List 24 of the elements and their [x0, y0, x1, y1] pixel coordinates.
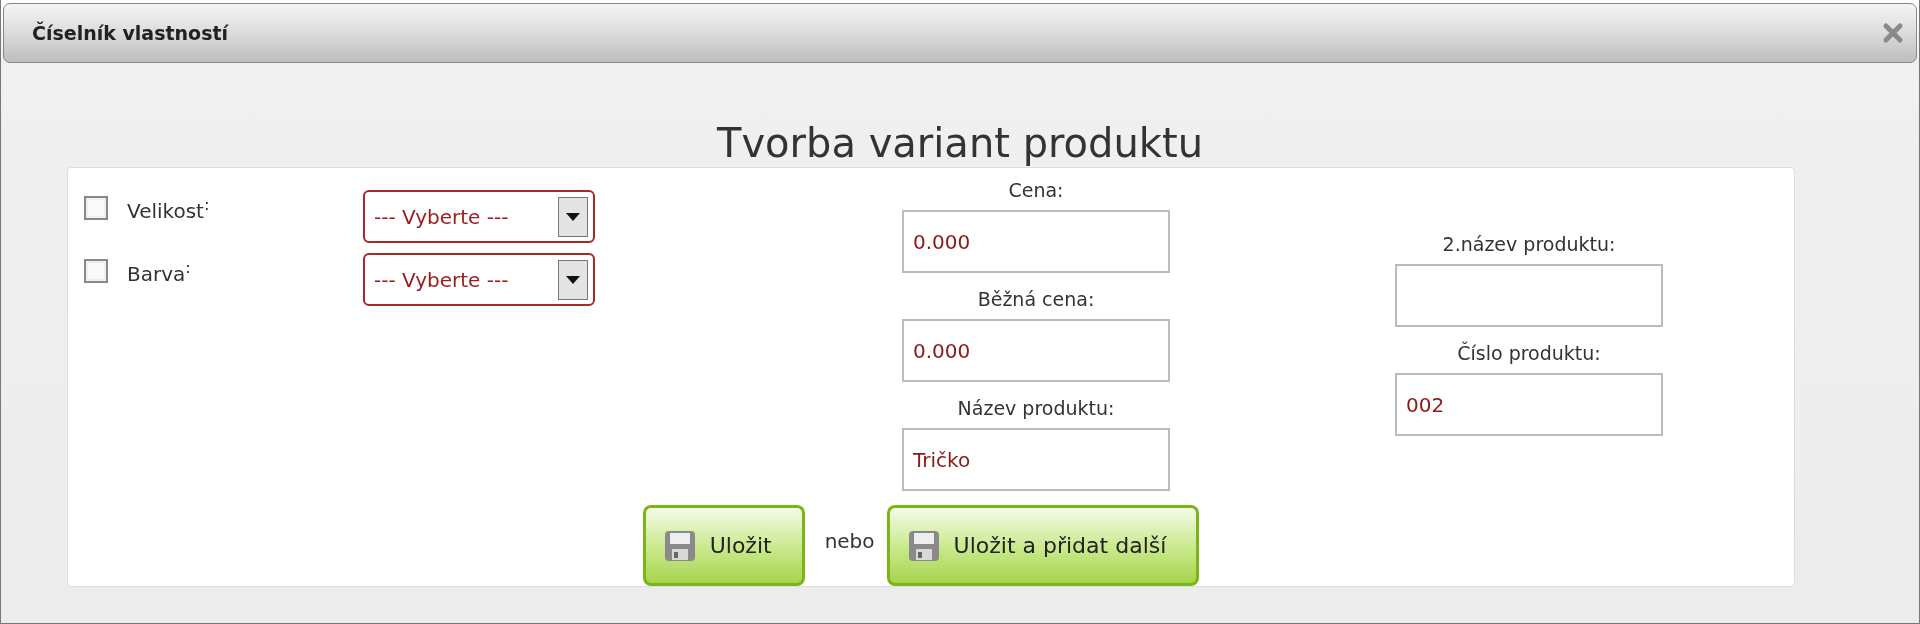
field-label: Běžná cena: — [977, 287, 1095, 311]
field-label: Cena: — [1008, 178, 1064, 202]
caret-icon — [558, 196, 588, 237]
text-field[interactable]: 0.000 — [902, 210, 1170, 273]
property-label: Velikost$^{:}$ — [127, 195, 211, 223]
dropdown[interactable]: --- Vyberte --- — [363, 253, 595, 306]
text-field[interactable]: 002 — [1395, 373, 1663, 436]
field-label: 2.název produktu: — [1442, 232, 1616, 256]
checkbox[interactable] — [84, 196, 108, 220]
field-label: Číslo produktu: — [1457, 341, 1601, 365]
close-icon[interactable] — [1882, 22, 1904, 44]
text-field[interactable]: Tričko — [902, 428, 1170, 491]
caret-icon — [558, 259, 588, 300]
window-title: Číselník vlastností — [32, 22, 229, 44]
dropdown[interactable]: --- Vyberte --- — [363, 190, 595, 243]
text-field[interactable] — [1395, 264, 1663, 327]
field-label: Název produktu: — [957, 396, 1115, 420]
separator-text: nebo — [824, 528, 875, 555]
save-button[interactable]: Uložit — [642, 505, 805, 586]
text-field[interactable]: 0.000 — [902, 319, 1170, 382]
checkbox[interactable] — [84, 259, 108, 283]
save-and-add-button[interactable]: Uložit a přidat další — [886, 505, 1200, 586]
property-label: Barva$^{:}$ — [127, 258, 192, 286]
form-heading: Tvorba variant produktu — [716, 119, 1204, 167]
